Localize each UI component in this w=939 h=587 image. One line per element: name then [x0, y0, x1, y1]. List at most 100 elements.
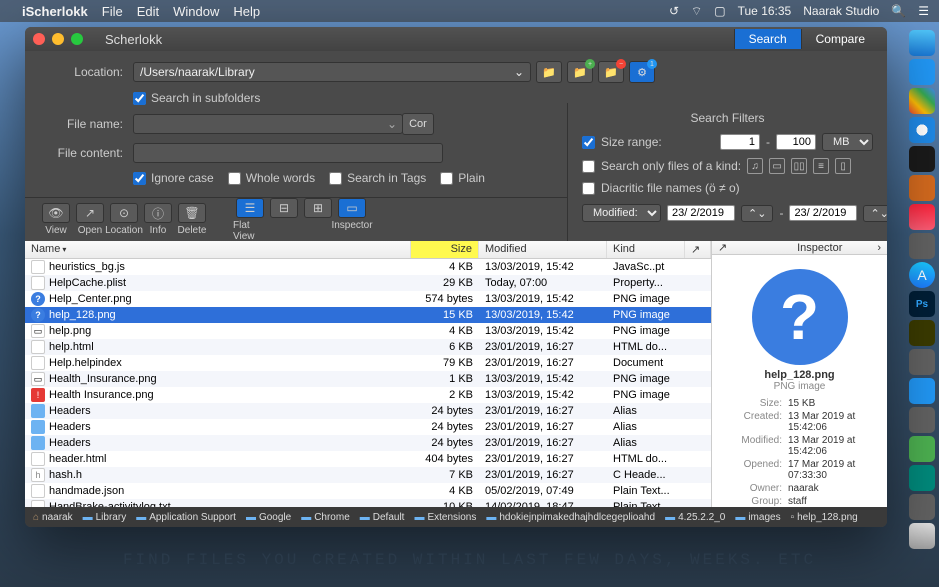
- delete-button[interactable]: 🗑Delete: [175, 203, 209, 236]
- maximize-button[interactable]: [71, 33, 83, 45]
- dock-app-7[interactable]: [909, 407, 935, 433]
- dock-app-4[interactable]: [909, 320, 935, 346]
- table-row[interactable]: heuristics_bg.js4 KB13/03/2019, 15:42Jav…: [25, 259, 711, 275]
- dock-chrome[interactable]: [909, 88, 935, 114]
- size-to-field[interactable]: [776, 134, 816, 150]
- dock-app-6[interactable]: [909, 378, 935, 404]
- path-segment[interactable]: ▬4.25.2.2_0: [665, 512, 725, 523]
- path-segment[interactable]: ▬Library: [83, 512, 127, 523]
- kind-book-icon[interactable]: ▯▯: [791, 158, 807, 174]
- size-unit-select[interactable]: MB: [822, 133, 873, 151]
- date-to-field[interactable]: [789, 205, 857, 221]
- path-segment[interactable]: ▬Chrome: [301, 512, 350, 523]
- table-row[interactable]: Headers24 bytes23/01/2019, 16:27Alias: [25, 403, 711, 419]
- date-from-stepper[interactable]: ⌃⌄: [741, 205, 773, 222]
- table-row[interactable]: ▭Health_Insurance.png1 KB13/03/2019, 15:…: [25, 371, 711, 387]
- dock-app-10[interactable]: [909, 494, 935, 520]
- table-row[interactable]: header.html404 bytes23/01/2019, 16:27HTM…: [25, 451, 711, 467]
- size-from-field[interactable]: [720, 134, 760, 150]
- dock-app-9[interactable]: [909, 465, 935, 491]
- open-button[interactable]: ↗Open: [73, 203, 107, 236]
- diacritic-check[interactable]: [582, 182, 595, 195]
- folder-add-button[interactable]: 📁+: [567, 61, 593, 83]
- filename-field[interactable]: [133, 114, 403, 134]
- grid-view-button[interactable]: ⊞: [301, 198, 335, 242]
- folder-browse-button[interactable]: 📁: [536, 61, 562, 83]
- menu-file[interactable]: File: [102, 4, 123, 19]
- kind-text-icon[interactable]: ≡: [813, 158, 829, 174]
- date-to-stepper[interactable]: ⌃⌄: [863, 205, 887, 222]
- folder-remove-button[interactable]: 📁−: [598, 61, 624, 83]
- content-field[interactable]: [133, 143, 443, 163]
- dock-terminal[interactable]: [909, 146, 935, 172]
- dock-finder[interactable]: [909, 30, 935, 56]
- dock-app-5[interactable]: [909, 349, 935, 375]
- table-row[interactable]: ?help_128.png15 KB13/03/2019, 15:42PNG i…: [25, 307, 711, 323]
- kind-check[interactable]: [582, 160, 595, 173]
- clock[interactable]: Tue 16:35: [738, 4, 792, 18]
- col-size[interactable]: Size: [411, 241, 479, 258]
- menu-help[interactable]: Help: [233, 4, 260, 19]
- dock-photoshop[interactable]: Ps: [909, 291, 935, 317]
- close-button[interactable]: [33, 33, 45, 45]
- col-modified[interactable]: Modified: [479, 241, 607, 258]
- path-segment[interactable]: ▫help_128.png: [791, 512, 858, 523]
- search-tags-check[interactable]: Search in Tags: [329, 171, 426, 185]
- dock-music[interactable]: [909, 204, 935, 230]
- table-row[interactable]: ?Help_Center.png574 bytes13/03/2019, 15:…: [25, 291, 711, 307]
- col-name[interactable]: Name: [25, 241, 411, 258]
- date-from-field[interactable]: [667, 205, 735, 221]
- wifi-icon[interactable]: ⌔: [691, 4, 702, 19]
- table-row[interactable]: ▭help.png4 KB13/03/2019, 15:42PNG image: [25, 323, 711, 339]
- location-field[interactable]: /Users/naarak/Library⌄: [133, 62, 531, 82]
- col-kind[interactable]: Kind: [607, 241, 685, 258]
- kind-file-icon[interactable]: ▯: [835, 158, 851, 174]
- filename-aux-button[interactable]: Cor: [402, 113, 434, 135]
- plain-check[interactable]: Plain: [440, 171, 485, 185]
- info-button[interactable]: ⓘInfo: [141, 203, 175, 236]
- whole-words-check[interactable]: Whole words: [228, 171, 315, 185]
- kind-music-icon[interactable]: ♫: [747, 158, 763, 174]
- menu-window[interactable]: Window: [173, 4, 219, 19]
- view-button[interactable]: 👁View: [39, 203, 73, 236]
- subfolders-check[interactable]: Search in subfolders: [133, 91, 260, 105]
- tree-view-button[interactable]: ⊟: [267, 198, 301, 242]
- minimize-button[interactable]: [52, 33, 64, 45]
- path-segment[interactable]: ▬Google: [246, 512, 291, 523]
- table-row[interactable]: handmade.json4 KB05/02/2019, 07:49Plain …: [25, 483, 711, 499]
- table-row[interactable]: hhash.h7 KB23/01/2019, 16:27C Heade...: [25, 467, 711, 483]
- path-segment[interactable]: ▬Extensions: [414, 512, 476, 523]
- dock-safari[interactable]: [909, 117, 935, 143]
- table-row[interactable]: Help.helpindex79 KB23/01/2019, 16:27Docu…: [25, 355, 711, 371]
- ignore-case-check[interactable]: Ignore case: [133, 171, 214, 185]
- menu-icon[interactable]: ☰: [918, 4, 929, 18]
- date-kind-select[interactable]: Modified:: [582, 204, 661, 222]
- path-segment[interactable]: ▬Application Support: [136, 512, 236, 523]
- dock-app-2[interactable]: [909, 175, 935, 201]
- display-icon[interactable]: ▢: [714, 4, 725, 18]
- dock-app-3[interactable]: [909, 233, 935, 259]
- search-button[interactable]: Search: [734, 29, 801, 49]
- dock-app-8[interactable]: [909, 436, 935, 462]
- kind-image-icon[interactable]: ▭: [769, 158, 785, 174]
- col-extlink[interactable]: ↗: [685, 241, 711, 258]
- path-segment[interactable]: ▬images: [735, 512, 780, 523]
- flat-view-button[interactable]: ☰Flat View: [233, 198, 267, 242]
- settings-button[interactable]: ⚙1: [629, 61, 655, 83]
- menu-edit[interactable]: Edit: [137, 4, 159, 19]
- path-segment[interactable]: ▬Default: [360, 512, 405, 523]
- table-row[interactable]: Headers24 bytes23/01/2019, 16:27Alias: [25, 419, 711, 435]
- table-row[interactable]: HelpCache.plist29 KBToday, 07:00Property…: [25, 275, 711, 291]
- dock-app-1[interactable]: [909, 59, 935, 85]
- dock-trash[interactable]: [909, 523, 935, 549]
- compare-button[interactable]: Compare: [801, 29, 879, 49]
- studio[interactable]: Naarak Studio: [803, 4, 879, 18]
- table-row[interactable]: Headers24 bytes23/01/2019, 16:27Alias: [25, 435, 711, 451]
- history-icon[interactable]: ↺: [669, 4, 679, 18]
- external-link-icon[interactable]: ↗: [718, 241, 727, 254]
- size-range-check[interactable]: [582, 136, 595, 149]
- path-segment[interactable]: ▬hdokiejnpimakedhajhdlcegeplioahd: [486, 512, 655, 523]
- search-icon[interactable]: 🔍: [891, 4, 906, 18]
- table-row[interactable]: HandBrake-activitylog.txt10 KB14/02/2019…: [25, 499, 711, 507]
- menubar-app[interactable]: iScherlokk: [22, 4, 88, 19]
